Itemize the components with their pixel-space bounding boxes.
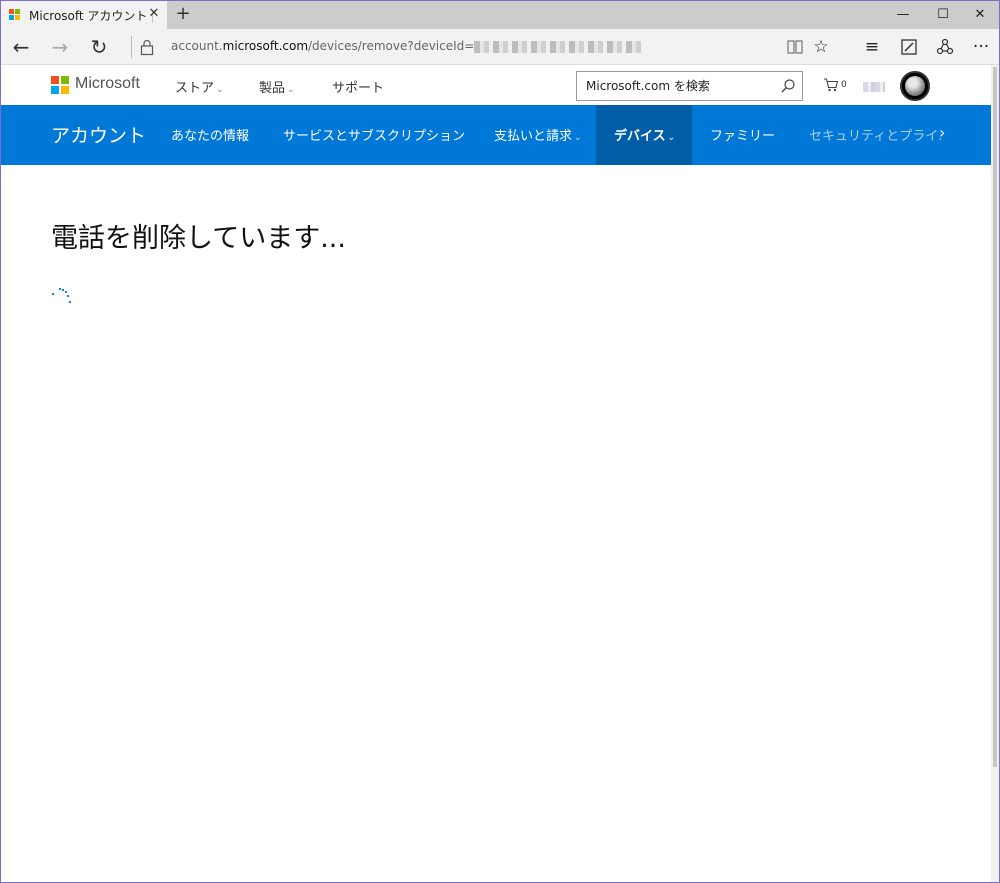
search-icon[interactable] — [780, 78, 796, 94]
cart-icon[interactable] — [823, 78, 839, 92]
nav-store-label: ストア — [175, 81, 215, 96]
chevron-down-icon: ⌄ — [574, 133, 582, 143]
redacted-device-id — [474, 40, 645, 53]
tab-title: Microsoft アカウント | デバ — [29, 8, 153, 23]
loading-spinner-icon — [51, 287, 72, 304]
url-path: /devices/remove?deviceId= — [308, 39, 475, 53]
back-arrow-icon[interactable]: ← — [7, 33, 35, 61]
microsoft-logo-icon[interactable] — [51, 76, 69, 94]
nav-products[interactable]: 製品 ⌄ — [259, 77, 295, 96]
hub-icon[interactable]: ≡ — [858, 33, 886, 61]
account-title[interactable]: アカウント — [51, 121, 146, 148]
tab-services-subscriptions[interactable]: サービスとサブスクリプション — [283, 125, 465, 144]
more-menu-icon[interactable]: ··· — [967, 33, 995, 61]
share-icon[interactable] — [931, 33, 959, 61]
redacted-user-name[interactable] — [863, 82, 885, 92]
tab-your-info[interactable]: あなたの情報 — [171, 125, 249, 144]
tab-family[interactable]: ファミリー — [710, 125, 775, 144]
toolbar-divider — [131, 36, 132, 58]
tab-strip: Microsoft アカウント | デバ ✕ + — ☐ ✕ — [1, 1, 999, 29]
brand-name[interactable]: Microsoft — [75, 75, 140, 93]
favorite-star-icon[interactable]: ☆ — [807, 33, 835, 61]
moon-avatar-image — [905, 76, 925, 96]
nav-store[interactable]: ストア ⌄ — [175, 77, 224, 96]
browser-tab[interactable]: Microsoft アカウント | デバ ✕ — [1, 1, 167, 29]
reading-view-icon[interactable] — [781, 33, 809, 61]
url-domain: microsoft.com — [222, 39, 309, 53]
browser-toolbar: ← → ↻ account.microsoft.com/devices/remo… — [1, 29, 999, 65]
chevron-down-icon: ⌄ — [667, 133, 676, 143]
web-note-icon[interactable] — [895, 33, 923, 61]
maximize-button[interactable]: ☐ — [926, 1, 960, 29]
microsoft-favicon-icon — [9, 9, 21, 21]
forward-arrow-icon[interactable]: → — [46, 33, 74, 61]
tab-payment-billing[interactable]: 支払いと請求 ⌄ — [494, 125, 582, 144]
search-input[interactable] — [577, 72, 767, 100]
lock-icon — [140, 39, 154, 56]
avatar[interactable] — [900, 71, 930, 101]
chevron-down-icon: ⌄ — [216, 85, 224, 95]
address-bar[interactable]: account.microsoft.com/devices/remove?dev… — [171, 39, 645, 53]
page-title: 電話を削除しています... — [51, 223, 346, 254]
account-nav-bar: アカウント あなたの情報 サービスとサブスクリプション 支払いと請求 ⌄ デバイス… — [1, 105, 991, 165]
close-tab-icon[interactable]: ✕ — [147, 7, 161, 21]
url-prefix: account. — [171, 39, 223, 53]
nav-products-label: 製品 — [259, 81, 286, 96]
tab-devices-label: デバイス — [614, 129, 666, 144]
close-window-button[interactable]: ✕ — [963, 1, 997, 29]
tab-security-privacy[interactable]: セキュリティとプライ. — [809, 125, 942, 144]
refresh-icon[interactable]: ↻ — [85, 33, 113, 61]
cart-count: 0 — [841, 80, 847, 90]
browser-window: Microsoft アカウント | デバ ✕ + — ☐ ✕ ← → ↻ acc… — [0, 0, 1000, 883]
chevron-right-icon[interactable]: › — [939, 123, 945, 142]
chevron-down-icon: ⌄ — [287, 85, 295, 95]
scrollbar-thumb[interactable] — [993, 67, 997, 767]
site-search-box — [576, 71, 803, 101]
tab-devices[interactable]: デバイス ⌄ — [614, 125, 675, 144]
new-tab-button[interactable]: + — [173, 4, 193, 24]
minimize-button[interactable]: — — [886, 1, 920, 29]
scrollbar[interactable] — [991, 65, 999, 882]
nav-support[interactable]: サポート — [332, 77, 384, 96]
site-header: Microsoft ストア⌄ 製品⌄ サポート 0 — [1, 65, 991, 105]
tab-payment-billing-label: 支払いと請求 — [494, 129, 573, 144]
